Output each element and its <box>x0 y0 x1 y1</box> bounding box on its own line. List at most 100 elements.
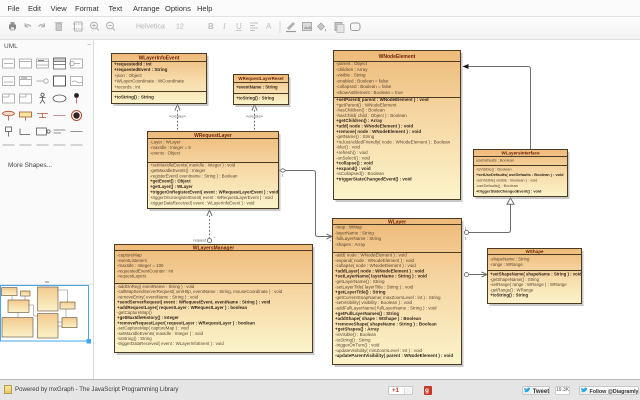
svg-text:+remove( node : WNodeElement ): +remove( node : WNodeElement ) : void <box>336 129 421 134</box>
svg-text:+setMaxIdleEvents( maxIdle : I: +setMaxIdleEvents( maxIdle : Integer ) :… <box>150 163 236 168</box>
svg-text:+triggerOnRegisterEvent( event: +triggerOnRegisterEvent( event : WReques… <box>150 190 278 195</box>
svg-text:+getChildren() : Array: +getChildren() : Array <box>336 118 383 123</box>
svg-text:-range : WRange: -range : WRange <box>490 262 523 267</box>
svg-text:WLayersInterface: WLayersInterface <box>501 151 540 156</box>
svg-text:+setUseDefaults( useDefaults :: +setUseDefaults( useDefaults : Boolean )… <box>476 172 564 177</box>
svg-text:+eventName : String: +eventName : String <box>236 85 278 90</box>
svg-text:+setParent( parent : WNodeElem: +setParent( parent : WNodeElement ) : vo… <box>336 97 429 102</box>
svg-text:+removeShape( shapeName : Stri: +removeShape( shapeName : String ) : Boo… <box>335 321 437 326</box>
svg-text:«creates»: «creates» <box>169 115 186 119</box>
svg-text:-updateParentVisibility( paren: -updateParentVisibility( parent : WNodeE… <box>335 353 453 358</box>
svg-text:-showAsElement : Boolean = tru: -showAsElement : Boolean = true <box>336 90 403 95</box>
svg-text:+json : Object: +json : Object <box>114 73 142 78</box>
svg-text:+setShapeName( shapeName : Str: +setShapeName( shapeName : String ) : vo… <box>490 272 582 277</box>
svg-text:+add( node : WNodeElement ) :: +add( node : WNodeElement ) : void <box>336 124 413 129</box>
svg-text:+getLayerTitle() : String: +getLayerTitle() : String <box>335 290 386 295</box>
svg-text:WShape: WShape <box>525 249 544 254</box>
svg-text:+getEvent() : Object: +getEvent() : Object <box>150 179 191 184</box>
svg-text:-captureMap: -captureMap <box>117 253 142 258</box>
svg-text:-setVisible( visible : Boolean: -setVisible( visible : Boolean ) : void <box>476 178 537 183</box>
svg-text:+records : int: +records : int <box>114 84 141 89</box>
svg-text:-hasChild( child : Object ) :: -hasChild( child : Object ) : Boolean <box>336 113 407 118</box>
svg-text:-map : WMap: -map : WMap <box>335 225 363 230</box>
svg-text:+addLayer( node : WNodeElement: +addLayer( node : WNodeElement ) : void <box>335 268 424 273</box>
svg-text:+addShape( shape : WShape ) :: +addShape( shape : WShape ) : Boolean <box>335 316 421 321</box>
svg-text:+getFullLayerNames() : String: +getFullLayerNames() : String <box>335 311 399 316</box>
svg-text:request: request <box>193 239 207 243</box>
svg-text:-children : Array: -children : Array <box>336 67 368 72</box>
svg-text:+getParent() : WNodeElement: +getParent() : WNodeElement <box>336 102 397 107</box>
svg-text:-eventListeners: -eventListeners <box>117 258 148 263</box>
svg-text:-getLayerName() : String: -getLayerName() : String <box>335 279 385 284</box>
svg-text:WLayersManager: WLayersManager <box>193 245 234 251</box>
svg-text:*: * <box>214 235 216 240</box>
svg-text:1: 1 <box>282 174 284 178</box>
svg-text:-addFullLayerName( fullLayerNa: -addFullLayerName( fullLayerName : Strin… <box>335 306 437 311</box>
svg-text:+triggerStateChangedEvent() :: +triggerStateChangedEvent() : void <box>476 189 542 194</box>
svg-text:+isJustAddedFriendly( node : W: +isJustAddedFriendly( node : WNodeElemen… <box>336 139 451 144</box>
svg-text:useDefaults : Boolean: useDefaults : Boolean <box>476 158 514 163</box>
svg-text:WRequestLayerReset: WRequestLayerReset <box>238 76 284 81</box>
svg-text:-getMaxIdleEvents() : Integer: -getMaxIdleEvents() : Integer <box>150 168 206 173</box>
svg-text:-parent : Object: -parent : Object <box>336 61 368 66</box>
svg-text:-triggerOnUnregisterEvent( eve: -triggerOnUnregisterEvent( event : WRequ… <box>150 195 273 200</box>
svg-text:1: 1 <box>465 227 467 231</box>
svg-text:+collapse() : void: +collapse() : void <box>336 161 373 166</box>
svg-text:+expand() : void: +expand() : void <box>336 166 371 171</box>
svg-text:-events : Object: -events : Object <box>150 151 181 156</box>
svg-text:-maxIdle : Integer = 100: -maxIdle : Integer = 100 <box>117 263 164 268</box>
svg-text:-getCurrentSnapName( maxZoomLe: -getCurrentSnapName( maxZoomLevel : int … <box>335 295 441 300</box>
svg-text:+requestedEvent : String: +requestedEvent : String <box>114 67 168 72</box>
svg-text:-shapes : Array: -shapes : Array <box>335 242 366 247</box>
svg-text:WNodeElement: WNodeElement <box>379 54 416 60</box>
svg-text:-useDefaults() : Boolean: -useDefaults() : Boolean <box>476 183 518 188</box>
svg-text:-enabled : Boolean = false: -enabled : Boolean = false <box>336 78 389 83</box>
svg-text:+toString() : String: +toString() : String <box>236 96 274 101</box>
svg-text:I: I <box>222 22 226 31</box>
svg-text:U: U <box>236 22 242 31</box>
svg-text:-collapsed : Boolean = false: -collapsed : Boolean = false <box>336 84 392 89</box>
svg-text:-shapeName : String: -shapeName : String <box>490 257 530 262</box>
svg-text:WRequestLayer: WRequestLayer <box>194 133 232 139</box>
svg-text:«creates»: «creates» <box>246 115 263 119</box>
svg-text:-setLayerTitle( layerTitle : S: -setLayerTitle( layerTitle : String ) : … <box>335 284 414 289</box>
svg-text:+triggerStateChangedEvent() :: +triggerStateChangedEvent() : void <box>336 177 412 182</box>
svg-text:-triggerDataReceived( event :: -triggerDataReceived( event : WLayerInfo… <box>150 200 255 205</box>
svg-text:-collapse( node : WNodeElement: -collapse( node : WNodeElement ) : void <box>335 263 416 268</box>
svg-text:-visible : String: -visible : String <box>336 73 366 78</box>
svg-text:-add( node : WNodeElement ) :: -add( node : WNodeElement ) : void <box>335 253 407 258</box>
svg-text:-isVisible() : Boolean: -isVisible() : Boolean <box>335 332 377 337</box>
svg-text:+setLayerName( layerName : Str: +setLayerName( layerName : String ) : vo… <box>335 274 427 279</box>
svg-text:A: A <box>266 22 272 31</box>
svg-text:*: * <box>330 239 332 244</box>
svg-text:-blur() : void: -blur() : void <box>336 145 361 150</box>
svg-text:WLayerInfoEvent: WLayerInfoEvent <box>139 55 180 61</box>
svg-text:-getRange() : WRange: -getRange() : WRange <box>490 287 534 292</box>
svg-text:-getName() : String: -getName() : String <box>336 134 375 139</box>
svg-text:+getShapes() : Array: +getShapes() : Array <box>335 327 379 332</box>
svg-text:-isVisible() : Boolean: -isVisible() : Boolean <box>476 167 512 172</box>
svg-text:-onSelect() : void: -onSelect() : void <box>336 155 371 160</box>
svg-text:+refresh() : void: +refresh() : void <box>336 150 368 155</box>
svg-text:-Layer : WLayer: -Layer : WLayer <box>150 140 181 145</box>
svg-text:-toString() : String: -toString() : String <box>335 337 371 342</box>
svg-text:-registerEvent( eventname : St: -registerEvent( eventname : String ) : B… <box>150 173 238 178</box>
svg-text:-triggerDataReceived( event :: -triggerDataReceived( event : WLayerInfo… <box>117 341 224 346</box>
svg-text:12: 12 <box>176 24 184 31</box>
svg-text:+toString() : String: +toString() : String <box>114 95 154 100</box>
svg-text:-triggerOnTurn() : void: -triggerOnTurn() : void <box>335 343 380 348</box>
svg-text:WLayer: WLayer <box>388 219 406 225</box>
svg-text:-isCollapsed() : Boolean: -isCollapsed() : Boolean <box>336 171 385 176</box>
svg-text:B: B <box>208 22 214 31</box>
svg-text:-requestedEventCounter : int: -requestedEventCounter : int <box>117 268 174 273</box>
svg-text:-requestLayers: -requestLayers <box>117 274 147 279</box>
svg-text:1: 1 <box>465 237 467 241</box>
svg-text:-layerName : String: -layerName : String <box>335 230 374 235</box>
svg-text:-maxIdle : Integer = 5: -maxIdle : Integer = 5 <box>150 145 191 150</box>
svg-text:+getLayer() : WLayer: +getLayer() : WLayer <box>150 184 193 189</box>
svg-text:-expand( node : WNodeElement ): -expand( node : WNodeElement ) : void <box>335 258 415 263</box>
svg-text:-getShapeName() : String: -getShapeName() : String <box>490 277 540 282</box>
svg-text:-setRange( range : WRange ) :: -setRange( range : WRange ) : WRange <box>490 282 567 287</box>
svg-text:+WLayerCoordinate : WCoordinat: +WLayerCoordinate : WCoordinate <box>114 79 185 84</box>
svg-text:Helvetica: Helvetica <box>136 24 165 31</box>
